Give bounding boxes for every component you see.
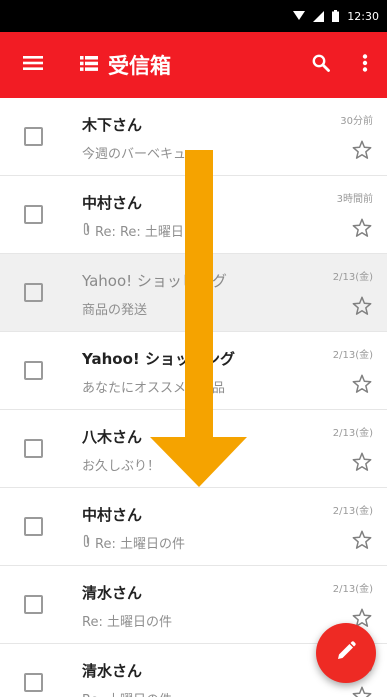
email-sender: Yahoo! ショッピング — [82, 350, 235, 368]
email-row[interactable]: 木下さん今週のバーベキュー 30分前 — [0, 98, 387, 176]
select-checkbox[interactable] — [24, 439, 43, 458]
email-list: 木下さん今週のバーベキュー 30分前中村さん Re: Re: 土曜日の件 3時間前 Ya… — [0, 98, 387, 697]
star-icon[interactable] — [351, 451, 373, 473]
signal-icon — [313, 10, 325, 22]
email-sender: 木下さん — [82, 116, 143, 134]
email-subject: Re: 土曜日の件 — [82, 615, 172, 630]
email-row[interactable]: 八木さんお久しぶり！ 2/13(金) — [0, 410, 387, 488]
email-date: 30分前 — [340, 116, 373, 127]
star-icon[interactable] — [351, 685, 373, 697]
star-icon[interactable] — [351, 217, 373, 239]
email-subject: Re: 土曜日の件 — [82, 689, 172, 697]
wifi-icon — [293, 11, 306, 21]
more-options-button[interactable] — [343, 32, 387, 98]
attachment-icon — [82, 534, 91, 552]
email-subject: 商品の発送 — [82, 303, 148, 318]
select-checkbox[interactable] — [24, 205, 43, 224]
page-title: 受信箱 — [108, 54, 171, 78]
attachment-icon — [82, 222, 91, 240]
email-date: 2/13(金) — [332, 584, 373, 595]
inbox-icon — [80, 55, 98, 75]
star-icon[interactable] — [351, 373, 373, 395]
star-icon[interactable] — [351, 139, 373, 161]
email-subject-line: Re: Re: 土曜日の件 — [82, 221, 210, 240]
email-subject: Re: 土曜日の件 — [95, 537, 185, 552]
title-wrap: 受信箱 — [80, 50, 299, 80]
email-subject: あなたにオススメの商品 — [82, 381, 226, 396]
pencil-icon — [335, 640, 357, 666]
status-time: 12:30 — [347, 9, 379, 23]
star-icon[interactable] — [351, 295, 373, 317]
search-button[interactable] — [299, 32, 343, 98]
more-vert-icon — [362, 54, 368, 76]
email-sender: 清水さん — [82, 662, 143, 680]
select-checkbox[interactable] — [24, 283, 43, 302]
email-date: 3時間前 — [336, 194, 373, 205]
email-sender: 八木さん — [82, 428, 143, 446]
select-checkbox[interactable] — [24, 673, 43, 692]
select-checkbox[interactable] — [24, 517, 43, 536]
email-subject: Re: Re: 土曜日の件 — [95, 225, 210, 240]
select-checkbox[interactable] — [24, 595, 43, 614]
compose-button[interactable] — [316, 623, 376, 683]
select-checkbox[interactable] — [24, 361, 43, 380]
email-date: 2/13(金) — [332, 350, 373, 361]
email-date: 2/13(金) — [332, 428, 373, 439]
star-icon[interactable] — [351, 529, 373, 551]
email-subject: お久しぶり！ — [82, 459, 161, 474]
email-row[interactable]: 中村さん Re: Re: 土曜日の件 3時間前 — [0, 176, 387, 254]
email-date: 2/13(金) — [332, 506, 373, 517]
email-row[interactable]: 中村さん Re: 土曜日の件 2/13(金) — [0, 488, 387, 566]
email-subject-line: Re: 土曜日の件 — [82, 611, 172, 630]
menu-icon — [23, 55, 43, 75]
search-icon — [312, 54, 330, 76]
email-row[interactable]: Yahoo! ショッピング 商品の発送 2/13(金) — [0, 254, 387, 332]
email-sender: 清水さん — [82, 584, 143, 602]
email-subject-line: Re: 土曜日の件 — [82, 689, 172, 697]
select-checkbox[interactable] — [24, 127, 43, 146]
battery-icon — [332, 10, 340, 22]
email-subject-line: 今週のバーベキュー — [82, 143, 199, 162]
email-sender: 中村さん — [82, 506, 143, 524]
menu-button[interactable] — [0, 32, 66, 98]
email-sender: Yahoo! ショッピング — [82, 272, 227, 290]
email-row[interactable]: Yahoo! ショッピング あなたにオススメの商品 2/13(金) — [0, 332, 387, 410]
email-subject-line: Re: 土曜日の件 — [82, 533, 185, 552]
email-subject-line: お久しぶり！ — [82, 455, 160, 474]
status-bar: 12:30 — [0, 0, 387, 32]
email-sender: 中村さん — [82, 194, 143, 212]
app-bar: 受信箱 — [0, 32, 387, 98]
email-subject-line: あなたにオススメの商品 — [82, 377, 225, 396]
email-subject-line: 商品の発送 — [82, 299, 147, 318]
email-date: 2/13(金) — [332, 272, 373, 283]
email-subject: 今週のバーベキュー — [82, 147, 200, 162]
